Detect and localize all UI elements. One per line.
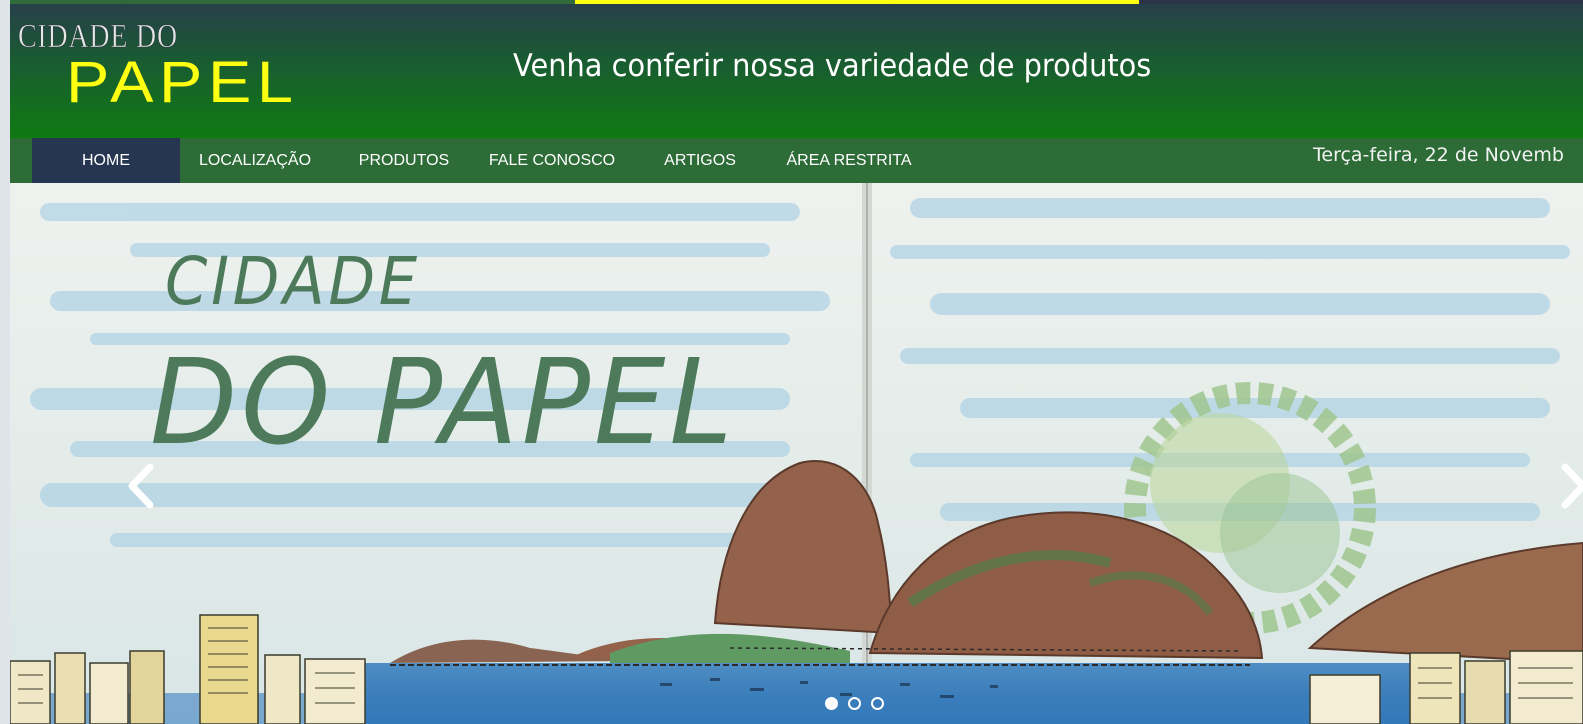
nav-item-localizacao[interactable]: LOCALIZAÇÃO xyxy=(190,138,320,183)
header-tagline: Venha conferir nossa variedade de produt… xyxy=(513,48,1152,84)
nav-item-home[interactable]: HOME xyxy=(32,138,180,183)
chevron-right-icon xyxy=(1561,463,1583,509)
nav-item-fale-conosco[interactable]: FALE CONOSCO xyxy=(482,138,622,183)
main-nav: HOME LOCALIZAÇÃO PRODUTOS FALE CONOSCO A… xyxy=(10,138,1583,183)
current-date: Terça-feira, 22 de Novemb xyxy=(1313,144,1564,166)
nav-item-produtos[interactable]: PRODUTOS xyxy=(350,138,458,183)
site-header: CIDADE DO PAPEL Venha conferir nossa var… xyxy=(10,4,1583,138)
hero-title-line-1: CIDADE xyxy=(165,243,421,320)
hero-carousel[interactable]: CIDADE DO PAPEL xyxy=(10,183,1583,724)
carousel-dot-1[interactable] xyxy=(825,697,838,710)
chevron-left-icon xyxy=(128,463,154,509)
hero-title-line-2: DO PAPEL xyxy=(150,333,737,471)
carousel-dot-2[interactable] xyxy=(848,697,862,710)
site-logo[interactable]: CIDADE DO PAPEL xyxy=(16,18,376,118)
page: CIDADE DO PAPEL Venha conferir nossa var… xyxy=(10,0,1583,724)
carousel-dot-3[interactable] xyxy=(871,697,885,710)
carousel-prev-button[interactable] xyxy=(122,461,162,511)
logo-line-2: PAPEL xyxy=(66,50,299,115)
carousel-next-button[interactable] xyxy=(1553,461,1583,511)
nav-item-artigos[interactable]: ARTIGOS xyxy=(658,138,742,183)
nav-item-area-restrita[interactable]: ÁREA RESTRITA xyxy=(780,138,918,183)
carousel-indicators xyxy=(825,695,889,715)
